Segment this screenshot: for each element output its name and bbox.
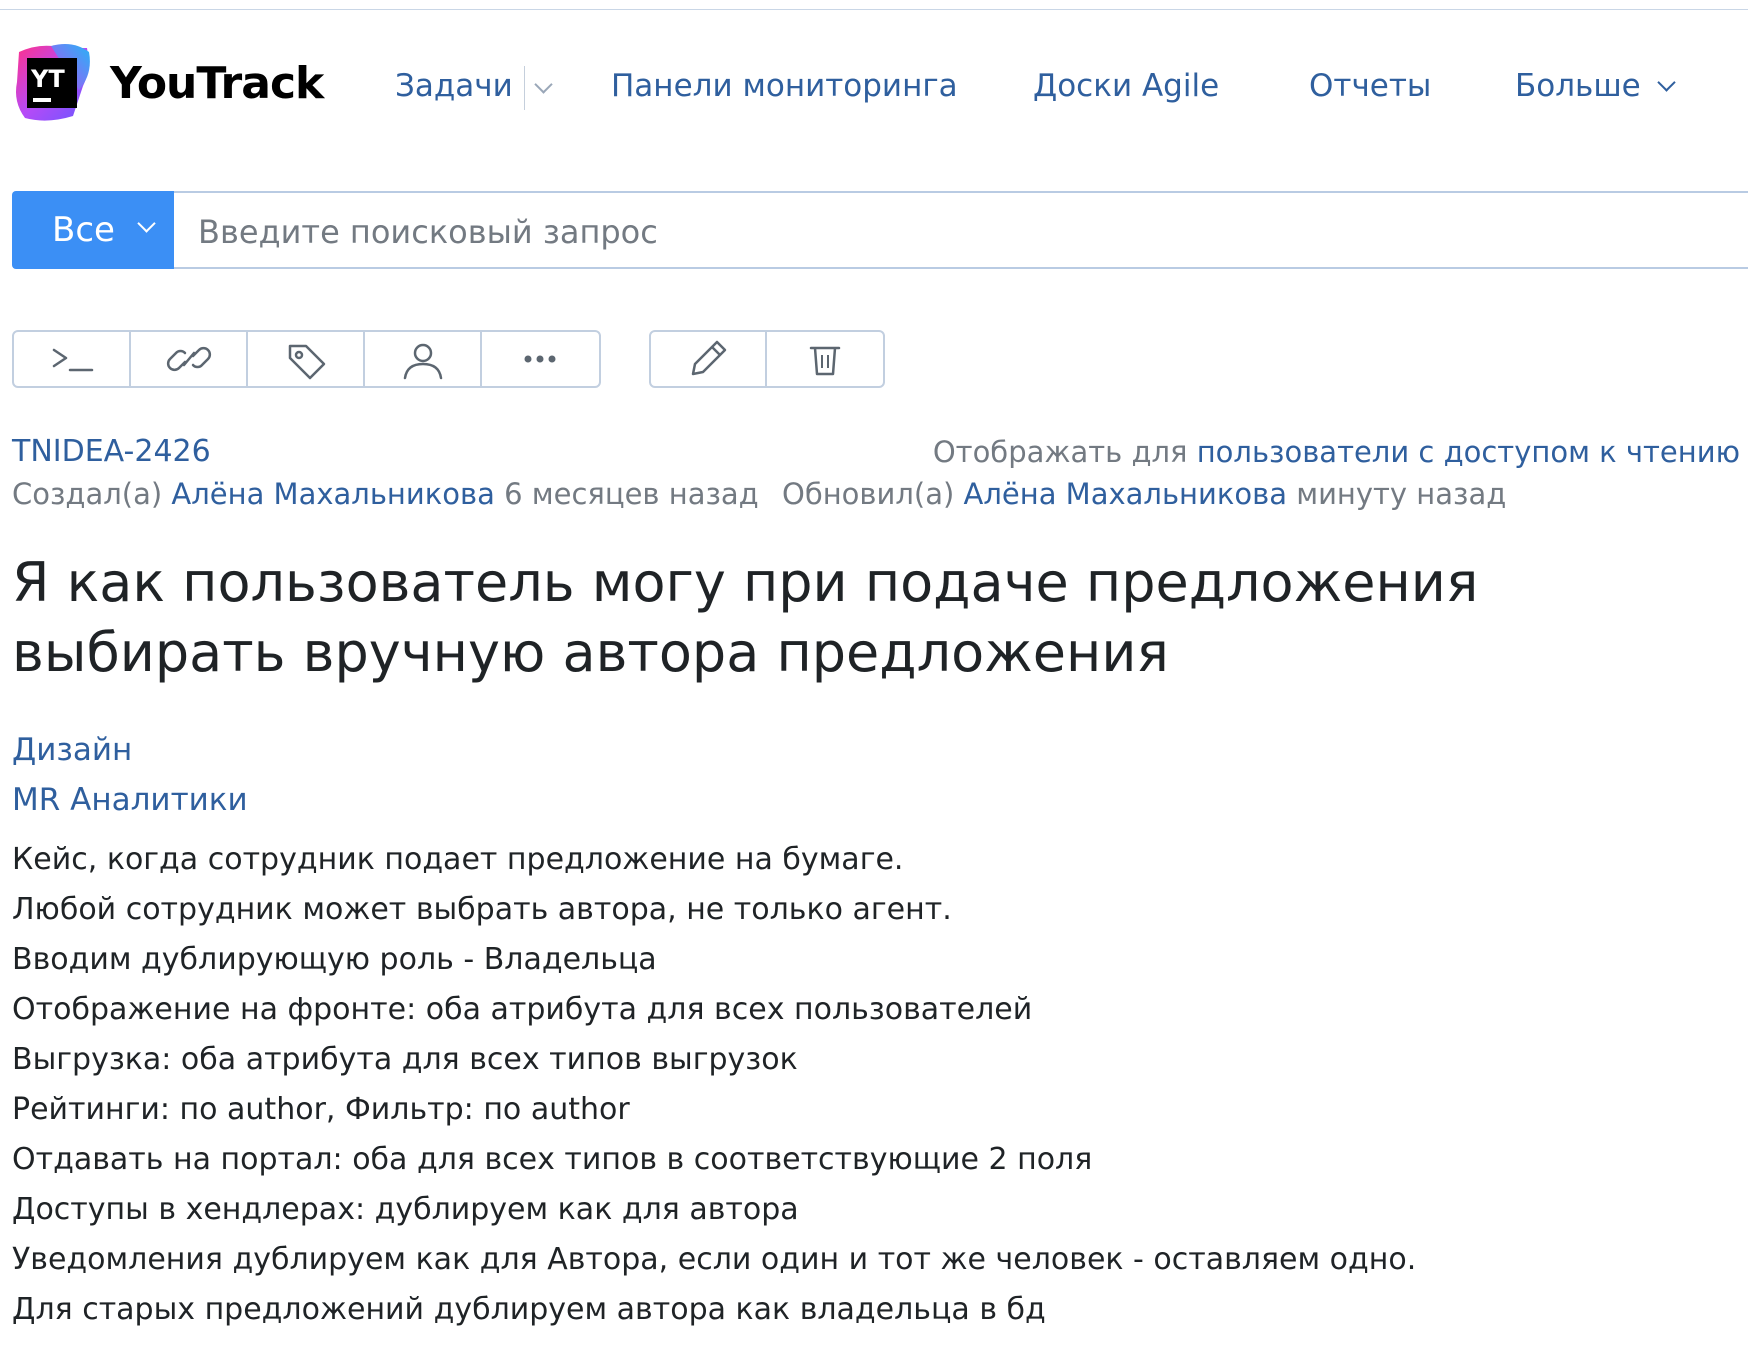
description-line: Выгрузка: оба атрибута для всех типов вы… [12, 1042, 798, 1077]
created-label: Создал(а) [12, 477, 163, 511]
created-time: 6 месяцев назад [504, 477, 759, 511]
nav-agile-boards[interactable]: Доски Agile [1033, 64, 1219, 108]
link-issue-button[interactable] [131, 332, 248, 386]
visibility-value-link[interactable]: пользователи с доступом к чтению [1197, 435, 1740, 469]
description-line: Для старых предложений дублируем автора … [12, 1292, 1046, 1327]
nav-more[interactable]: Больше [1515, 64, 1685, 108]
chevron-down-icon [1657, 73, 1676, 92]
terminal-icon [52, 348, 94, 372]
visibility-row: Отображать для пользователи с доступом к… [933, 433, 1740, 471]
nav-reports[interactable]: Отчеты [1309, 64, 1431, 108]
description-line: Рейтинги: по author, Фильтр: по author [12, 1092, 630, 1127]
description-line: Любой сотрудник может выбрать автора, не… [12, 892, 952, 927]
delete-button[interactable] [767, 332, 883, 386]
nav-divider [524, 66, 525, 110]
logo-text: YT [30, 65, 65, 93]
tag-link[interactable]: MR Аналитики [12, 780, 248, 820]
issue-title: Я как пользователь могу при подаче предл… [12, 551, 1479, 684]
chevron-down-icon [137, 214, 156, 233]
search-context-button[interactable]: Все [12, 191, 174, 269]
nav-more-label: Больше [1515, 68, 1641, 104]
issue-toolbar [12, 330, 601, 388]
created-row: Создал(а) Алёна Махальникова 6 месяцев н… [12, 475, 759, 513]
description-line: Отображение на фронте: оба атрибута для … [12, 992, 1033, 1027]
search-field[interactable] [174, 191, 1748, 269]
updated-label: Обновил(а) [782, 477, 955, 511]
updated-row: Обновил(а) Алёна Махальникова минуту наз… [782, 475, 1506, 513]
tag-icon [288, 344, 326, 380]
search-context-label: Все [52, 210, 115, 250]
command-button[interactable] [14, 332, 131, 386]
more-icon [524, 355, 556, 363]
more-actions-button[interactable] [482, 332, 599, 386]
nav-issues-dropdown[interactable] [528, 72, 558, 102]
add-tag-button[interactable] [248, 332, 365, 386]
brand-name[interactable]: YouTrack [110, 54, 324, 114]
trash-icon [809, 346, 841, 376]
description-line: Вводим дублирующую роль - Владельца [12, 942, 657, 977]
issue-id-link[interactable]: TNIDEA-2426 [12, 433, 211, 471]
pencil-icon [691, 340, 727, 376]
visibility-label: Отображать для [932, 435, 1188, 469]
top-border [0, 9, 1748, 10]
description-line: Отдавать на портал: оба для всех типов в… [12, 1142, 1093, 1177]
issue-edit-toolbar [649, 330, 885, 388]
chevron-down-icon [534, 75, 553, 94]
updated-time: минуту назад [1296, 477, 1507, 511]
nav-issues[interactable]: Задачи [395, 64, 513, 108]
assign-user-button[interactable] [365, 332, 482, 386]
youtrack-logo[interactable]: YT [11, 42, 93, 124]
link-icon [166, 346, 212, 372]
tag-link[interactable]: Дизайн [12, 730, 132, 770]
description-line: Уведомления дублируем как для Автора, ес… [12, 1242, 1417, 1277]
description-line: Кейс, когда сотрудник подает предложение… [12, 842, 904, 877]
updated-by-link[interactable]: Алёна Махальникова [964, 477, 1287, 511]
user-icon [403, 343, 443, 380]
edit-button[interactable] [651, 332, 768, 386]
description-line: Доступы в хендлерах: дублируем как для а… [12, 1192, 799, 1227]
search-input[interactable] [196, 203, 1600, 261]
nav-dashboards[interactable]: Панели мониторинга [611, 64, 958, 108]
created-by-link[interactable]: Алёна Махальникова [171, 477, 494, 511]
